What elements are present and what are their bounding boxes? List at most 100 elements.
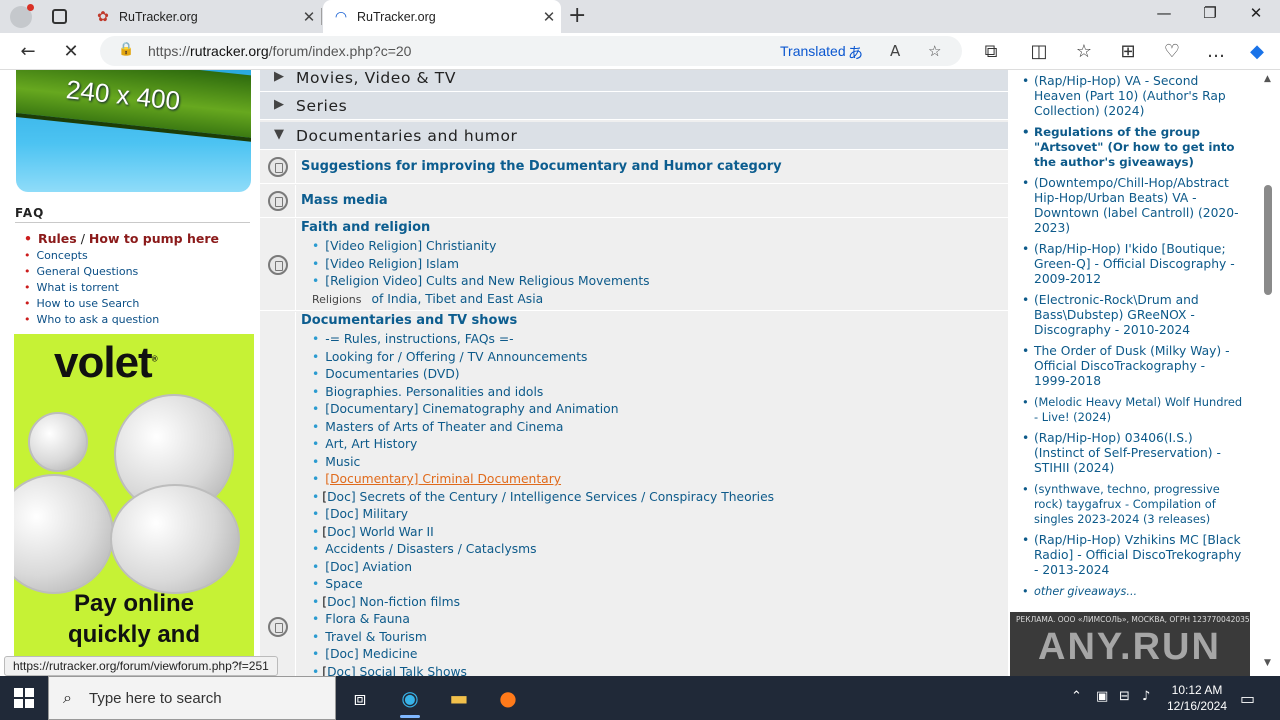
rules-link[interactable]: Rules (38, 231, 77, 246)
forum-link-suggestions[interactable]: Suggestions for improving the Documentar… (301, 159, 782, 174)
lock-icon[interactable]: 🔒 (118, 42, 134, 57)
subforum-label[interactable]: [Religion Video] Cults and New Religious… (325, 274, 649, 288)
subforum-link[interactable]: • Art, Art History (312, 436, 774, 454)
read-aloud-icon[interactable]: A (890, 42, 900, 60)
subforum-link[interactable]: • Flora & Fauna (312, 611, 774, 629)
favorite-star-icon[interactable]: ☆ (928, 42, 941, 60)
tab-actions-icon[interactable] (52, 9, 67, 24)
restore-icon[interactable]: ❐ (1187, 4, 1233, 22)
giveaway-link[interactable]: (Rap/Hip-Hop) I'kido [Boutique; Green-Q]… (1022, 242, 1244, 287)
network-icon[interactable]: ⊟ (1119, 689, 1130, 704)
giveaway-link[interactable]: (Electronic-Rock\Drum and Bass\Dubstep) … (1022, 293, 1244, 338)
profile-avatar-icon[interactable] (10, 4, 34, 28)
subforum-label[interactable]: Space (325, 577, 362, 591)
faq-link-concepts[interactable]: Concepts (24, 248, 219, 264)
faq-link-what-is-torrent[interactable]: What is torrent (24, 280, 219, 296)
category-label[interactable]: Series (296, 97, 347, 115)
subforum-link[interactable]: • Travel & Tourism (312, 629, 774, 647)
subforum-link[interactable]: • [Religion Video] Cults and New Religiou… (312, 273, 650, 291)
subforum-link[interactable]: • [Doc] Secrets of the Century / Intellig… (312, 489, 774, 507)
tab-rutracker-1[interactable]: ✿ RuTracker.org ✕ (85, 0, 321, 33)
subforum-label[interactable]: [Video Religion] Islam (325, 257, 459, 271)
subforum-label[interactable]: [Doc] Aviation (325, 560, 412, 574)
minimize-icon[interactable]: — (1141, 4, 1187, 22)
other-giveaways-link[interactable]: other giveaways... (1022, 584, 1244, 599)
extensions-icon[interactable]: ⧉ (978, 39, 1004, 65)
translate-icon[interactable]: あ (848, 42, 863, 63)
close-window-icon[interactable]: ✕ (1233, 4, 1279, 22)
religions-tag[interactable]: Religions (312, 293, 362, 306)
windows-start-icon[interactable] (14, 688, 34, 708)
more-menu-icon[interactable]: … (1203, 39, 1229, 65)
subforum-label[interactable]: Looking for / Offering / TV Announcement… (325, 350, 587, 364)
subforum-label[interactable]: [Documentary] Cinematography and Animati… (325, 402, 618, 416)
taskbar-clock[interactable]: 10:12 AM 12/16/2024 (1162, 682, 1232, 714)
browser-essentials-icon[interactable]: ♡ (1159, 39, 1185, 65)
taskbar-search[interactable]: ⌕ Type here to search (48, 676, 336, 720)
stop-loading-icon[interactable]: ✕ (58, 39, 84, 65)
giveaway-link[interactable]: (Rap/Hip-Hop) Vzhikins MC [Black Radio] … (1022, 533, 1244, 578)
subforum-label[interactable]: -= Rules, instructions, FAQs =- (325, 332, 513, 346)
subforum-link[interactable]: • [Documentary] Cinematography and Animat… (312, 401, 774, 419)
subforum-link[interactable]: • [Video Religion] Christianity (312, 238, 650, 256)
network-device-icon[interactable]: ▣ (1096, 689, 1108, 704)
subforum-label[interactable]: Masters of Arts of Theater and Cinema (325, 420, 563, 434)
subforum-label[interactable]: Doc] Non-fiction films (327, 595, 460, 609)
translated-indicator[interactable]: Translated (780, 43, 846, 59)
collapsed-arrow-icon[interactable]: ▶ (274, 70, 284, 84)
subforum-link[interactable]: • [Doc] Social Talk Shows (312, 664, 774, 677)
favorites-icon[interactable]: ☆ (1071, 39, 1097, 65)
subforum-link[interactable]: • [Doc] World War II (312, 524, 774, 542)
subforum-link[interactable]: • Biographies. Personalities and idols (312, 384, 774, 402)
subforum-label[interactable]: Accidents / Disasters / Cataclysms (325, 542, 536, 556)
giveaway-link[interactable]: (Rap/Hip-Hop) 03406(I.S.) (Instinct of S… (1022, 431, 1244, 476)
scroll-down-icon[interactable]: ▼ (1264, 658, 1271, 668)
copilot-icon[interactable]: ◆ (1244, 39, 1270, 65)
collections-icon[interactable]: ⊞ (1115, 39, 1141, 65)
banner-ad-240x400[interactable]: 240 x 400 (16, 70, 251, 192)
url-text[interactable]: https://rutracker.org/forum/index.php?c=… (148, 43, 411, 59)
subforum-link[interactable]: • [Video Religion] Islam (312, 256, 650, 274)
show-hidden-icons-icon[interactable]: ⌃ (1071, 689, 1082, 704)
task-view-icon[interactable]: ⧈ (340, 682, 380, 714)
category-documentaries[interactable]: ▼ Documentaries and humor (260, 122, 1008, 150)
subforum-label[interactable]: Art, Art History (325, 437, 417, 451)
how-to-pump-link[interactable]: How to pump here (89, 231, 219, 246)
giveaway-link[interactable]: (Rap/Hip-Hop) VA - Second Heaven (Part 1… (1022, 74, 1244, 119)
close-tab-icon[interactable]: ✕ (297, 8, 321, 26)
faq-link-how-to-search[interactable]: How to use Search (24, 296, 219, 312)
subforum-link[interactable]: • Space (312, 576, 774, 594)
subforum-link[interactable]: • Documentaries (DVD) (312, 366, 774, 384)
subforum-link[interactable]: • Accidents / Disasters / Cataclysms (312, 541, 774, 559)
split-screen-icon[interactable]: ◫ (1026, 39, 1052, 65)
subforum-label[interactable]: Doc] Social Talk Shows (327, 665, 467, 677)
subforum-link[interactable]: • Music (312, 454, 774, 472)
close-tab-icon[interactable]: ✕ (537, 8, 561, 26)
volume-icon[interactable]: ♪ (1142, 689, 1150, 704)
new-tab-icon[interactable]: + (568, 3, 586, 28)
edge-app-icon[interactable]: ◉ (390, 682, 430, 718)
subforum-label[interactable]: Doc] World War II (327, 525, 434, 539)
giveaway-link[interactable]: (Downtempo/Chill-Hop/Abstract Hip-Hop/Ur… (1022, 176, 1244, 236)
expanded-arrow-icon[interactable]: ▼ (274, 127, 284, 142)
subforum-link[interactable]: • [Doc] Aviation (312, 559, 774, 577)
collapsed-arrow-icon[interactable]: ▶ (274, 97, 284, 112)
faq-link-general-questions[interactable]: General Questions (24, 264, 219, 280)
tab-rutracker-2[interactable]: ◠ RuTracker.org ✕ (323, 0, 561, 33)
forum-link-mass-media[interactable]: Mass media (301, 193, 388, 208)
subforum-label[interactable]: [Doc] Military (325, 507, 408, 521)
giveaway-rules-link[interactable]: Regulations of the group "Artsovet" (Or … (1022, 125, 1244, 170)
subforum-link[interactable]: • -= Rules, instructions, FAQs =- (312, 331, 774, 349)
subforum-link[interactable]: • [Doc] Military (312, 506, 774, 524)
page-scrollbar[interactable]: ▲ ▼ (1260, 70, 1280, 676)
subforum-label[interactable]: Doc] Secrets of the Century / Intelligen… (327, 490, 774, 504)
subforum-link[interactable]: • [Doc] Non-fiction films (312, 594, 774, 612)
scroll-thumb[interactable] (1264, 185, 1272, 295)
subforum-link[interactable]: • Looking for / Offering / TV Announcemen… (312, 349, 774, 367)
category-label[interactable]: Movies, Video & TV (296, 70, 456, 87)
subforum-label[interactable]: [Video Religion] Christianity (325, 239, 496, 253)
subforum-label[interactable]: [Documentary] Criminal Documentary (325, 472, 561, 486)
category-label[interactable]: Documentaries and humor (296, 127, 518, 145)
forum-link-documentaries[interactable]: Documentaries and TV shows (301, 313, 517, 328)
notifications-icon[interactable]: ▭ (1240, 689, 1255, 708)
